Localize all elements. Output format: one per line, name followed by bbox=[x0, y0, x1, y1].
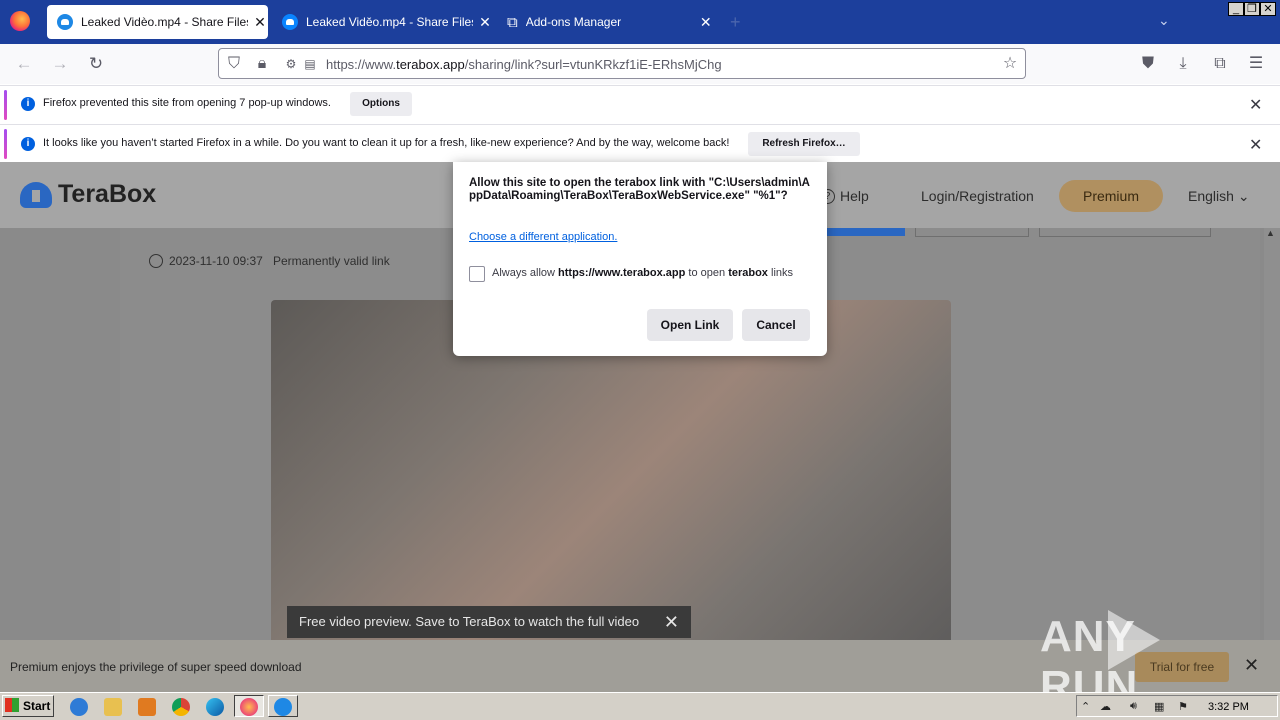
terabox-favicon-icon bbox=[282, 14, 298, 30]
site-logo-text[interactable]: TeraBox bbox=[58, 180, 156, 209]
options-button[interactable]: Options bbox=[350, 92, 412, 116]
url-domain: terabox.app bbox=[396, 57, 465, 72]
chevron-down-icon: ⌄ bbox=[1237, 188, 1250, 204]
notification-text: Firefox prevented this site from opening… bbox=[43, 97, 331, 109]
extensions-icon[interactable]: ⧉ bbox=[1210, 54, 1230, 74]
url-path: /sharing/link?surl=vtunKRkzf1iE-ERhsMjCh… bbox=[464, 57, 722, 72]
always-allow-label[interactable]: Always allow https://www.terabox.app to … bbox=[492, 267, 802, 280]
pocket-icon[interactable]: ⛊ bbox=[1138, 54, 1158, 74]
check-text-post: links bbox=[767, 267, 793, 279]
link-validity: Permanently valid link bbox=[273, 254, 390, 268]
check-text-mid: to open bbox=[685, 267, 729, 279]
volume-icon[interactable]: 🔊︎ bbox=[1130, 700, 1137, 713]
tab-close-icon[interactable]: ✕ bbox=[698, 14, 714, 30]
notification-text: It looks like you haven’t started Firefo… bbox=[43, 137, 730, 149]
media-player-icon[interactable] bbox=[138, 698, 156, 716]
check-text-site: https://www.terabox.app bbox=[558, 267, 686, 279]
action-center-flag-icon[interactable]: ⚑ bbox=[1178, 700, 1188, 713]
tab-close-icon[interactable]: ✕ bbox=[252, 14, 268, 30]
firefox-logo-icon[interactable] bbox=[10, 11, 30, 31]
minimize-icon[interactable]: _ bbox=[1228, 2, 1244, 16]
tab-title: Leaked Vidèo.mp4 - Share Files Onl bbox=[81, 15, 248, 29]
toast-close-icon[interactable]: ✕ bbox=[664, 606, 679, 638]
notification-close-icon[interactable]: ✕ bbox=[1249, 135, 1262, 155]
terabox-icon bbox=[274, 698, 292, 716]
terabox-favicon-icon bbox=[57, 14, 73, 30]
watermark-left: ANY bbox=[1040, 612, 1136, 661]
reload-icon[interactable]: ↻ bbox=[86, 54, 106, 74]
menu-icon[interactable]: ☰ bbox=[1246, 54, 1266, 74]
firefox-icon bbox=[240, 698, 258, 716]
new-tab-icon[interactable]: + bbox=[730, 12, 741, 33]
save-button-partial[interactable] bbox=[825, 228, 905, 236]
url-prefix: https://www. bbox=[326, 57, 397, 72]
tray-expand-icon[interactable]: ⌃ bbox=[1081, 700, 1090, 713]
open-link-button[interactable]: Open Link bbox=[647, 309, 733, 341]
info-icon: i bbox=[21, 97, 35, 111]
list-all-tabs-icon[interactable]: ⌄ bbox=[1158, 12, 1170, 29]
close-window-icon[interactable]: ✕ bbox=[1260, 2, 1276, 16]
tab-leaked-video-2[interactable]: Leaked Vidĕo.mp4 - Share Files Onl ✕ bbox=[272, 5, 493, 39]
windows-flag-icon bbox=[5, 698, 19, 712]
promo-text: Premium enjoys the privilege of super sp… bbox=[10, 660, 302, 674]
clock-icon bbox=[149, 254, 163, 268]
notification-close-icon[interactable]: ✕ bbox=[1249, 95, 1262, 115]
file-explorer-icon[interactable] bbox=[104, 698, 122, 716]
scroll-up-icon[interactable]: ▲ bbox=[1266, 228, 1275, 238]
url-text[interactable]: https://www.terabox.app/sharing/link?sur… bbox=[326, 57, 722, 72]
check-text-scheme: terabox bbox=[728, 267, 768, 279]
premium-button[interactable]: Premium bbox=[1059, 180, 1163, 212]
help-link[interactable]: Help bbox=[840, 188, 869, 204]
always-allow-checkbox[interactable] bbox=[469, 266, 485, 282]
puzzle-icon: ⧉ bbox=[507, 13, 518, 31]
dialog-title: Allow this site to open the terabox link… bbox=[469, 177, 810, 202]
login-link[interactable]: Login/Registration bbox=[921, 188, 1034, 204]
back-icon[interactable]: ← bbox=[14, 54, 34, 74]
terabox-logo-icon[interactable] bbox=[20, 182, 52, 208]
taskbar-clock[interactable]: 3:32 PM bbox=[1208, 701, 1249, 713]
tab-close-icon[interactable]: ✕ bbox=[477, 14, 493, 30]
check-text-pre: Always allow bbox=[492, 267, 559, 279]
tray-terabox-icon[interactable]: ☁ bbox=[1100, 700, 1111, 713]
edge-icon[interactable] bbox=[206, 698, 224, 716]
tab-addons-manager[interactable]: ⧉ Add-ons Manager ✕ bbox=[497, 5, 718, 39]
chrome-icon[interactable] bbox=[172, 698, 190, 716]
forward-icon[interactable]: → bbox=[50, 54, 70, 74]
lock-icon[interactable]: 🔒︎ bbox=[252, 54, 272, 74]
internet-explorer-icon[interactable] bbox=[70, 698, 88, 716]
language-label: English bbox=[1188, 188, 1234, 204]
tab-title: Add-ons Manager bbox=[525, 15, 622, 29]
language-select[interactable]: English ⌄ bbox=[1188, 188, 1250, 205]
permissions-icon[interactable]: ⚙ bbox=[281, 54, 301, 74]
refresh-firefox-button[interactable]: Refresh Firefox… bbox=[748, 132, 860, 156]
downloads-icon[interactable]: ⤓ bbox=[1173, 54, 1193, 74]
tab-title: Leaked Vidĕo.mp4 - Share Files Onl bbox=[306, 15, 473, 29]
preview-toast: Free video preview. Save to TeraBox to w… bbox=[287, 606, 691, 638]
toast-text: Free video preview. Save to TeraBox to w… bbox=[299, 614, 640, 629]
info-icon: i bbox=[21, 137, 35, 151]
network-icon[interactable]: ▦ bbox=[1154, 700, 1164, 713]
upload-date: 2023-11-10 09:37 bbox=[169, 254, 263, 268]
choose-application-link[interactable]: Choose a different application. bbox=[469, 231, 617, 243]
cancel-button[interactable]: Cancel bbox=[742, 309, 810, 341]
page-icon: ▤ bbox=[304, 57, 316, 71]
shield-icon[interactable]: ⛉ bbox=[224, 54, 244, 74]
tab-leaked-video-1[interactable]: Leaked Vidèo.mp4 - Share Files Onl ✕ bbox=[47, 5, 268, 39]
action-button-partial[interactable] bbox=[1039, 228, 1211, 237]
restore-icon[interactable]: ❐ bbox=[1244, 2, 1260, 16]
bookmark-star-icon[interactable]: ☆ bbox=[1000, 54, 1020, 74]
download-button-partial[interactable] bbox=[915, 228, 1029, 237]
